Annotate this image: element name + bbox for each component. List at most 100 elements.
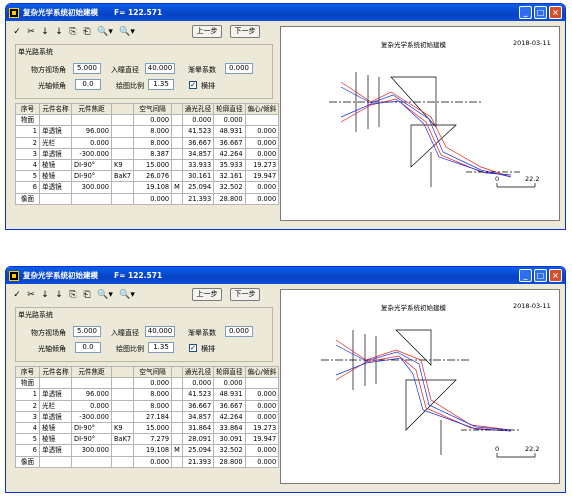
cell[interactable]: 19.947: [244, 433, 280, 446]
cell[interactable]: 3: [15, 147, 40, 160]
cell[interactable]: 32.161: [213, 170, 246, 183]
zoom-out-icon[interactable]: 🔍▾: [96, 289, 114, 301]
cell[interactable]: 6: [15, 181, 40, 194]
cell[interactable]: 32.502: [213, 444, 246, 457]
pupil-diameter-input[interactable]: 40.000: [145, 63, 175, 74]
table-row[interactable]: 5 棱镜 DⅠ-90° BaK7 26.076 30.161 32.161 19.947: [15, 170, 280, 183]
cell[interactable]: [171, 399, 183, 412]
cell[interactable]: M: [171, 181, 183, 194]
cell[interactable]: DⅠ-90°: [71, 170, 112, 183]
copy-icon[interactable]: ⎘: [68, 26, 78, 38]
cell[interactable]: 0.000: [133, 114, 173, 127]
cell[interactable]: [171, 388, 183, 401]
cell[interactable]: 0.000: [181, 377, 215, 390]
cell[interactable]: 33.933: [181, 158, 215, 172]
cell[interactable]: 光栏: [39, 399, 72, 412]
table-row[interactable]: 4 棱镜 DⅠ-90° K9 15.000 33.933 35.933 19.273: [15, 158, 280, 172]
cell[interactable]: 像面: [15, 455, 40, 468]
cell[interactable]: 31.864: [181, 421, 215, 435]
cell[interactable]: [110, 181, 135, 194]
cell[interactable]: 单透镜: [39, 410, 72, 423]
maximize-button[interactable]: □: [534, 269, 547, 282]
cell[interactable]: 0.000: [244, 136, 280, 149]
cell[interactable]: 28.091: [181, 433, 215, 446]
table-row[interactable]: 物面 0.000 0.000 0.000: [15, 114, 280, 127]
cell[interactable]: [110, 455, 135, 468]
cell[interactable]: 27.184: [133, 410, 173, 423]
copy-icon[interactable]: ⎘: [68, 289, 78, 301]
cell[interactable]: [110, 399, 135, 412]
table-row[interactable]: 5 棱镜 DⅠ-90° BaK7 7.279 28.091 30.091 19.947: [15, 433, 280, 446]
paste-icon[interactable]: ⎗: [82, 289, 92, 301]
cell[interactable]: 1: [15, 388, 40, 401]
cell[interactable]: [110, 147, 135, 160]
draw-scale-input[interactable]: 1.35: [148, 342, 174, 353]
table-row[interactable]: 1 单透镜 96.000 8.000 41.523 48.931 0.000: [15, 388, 280, 401]
cell[interactable]: 25.094: [181, 444, 215, 457]
cell[interactable]: 42.264: [213, 410, 246, 423]
cell[interactable]: 0.000: [244, 388, 280, 401]
cell[interactable]: 21.393: [181, 455, 215, 468]
vignette-input[interactable]: 0.000: [225, 63, 253, 74]
close-button[interactable]: ×: [549, 6, 562, 19]
cell[interactable]: 19.273: [244, 158, 280, 172]
check-icon[interactable]: ✓: [12, 26, 22, 38]
axis-tilt-input[interactable]: 0.0: [75, 79, 101, 90]
cell[interactable]: [110, 377, 135, 390]
cell[interactable]: [71, 455, 112, 468]
cell[interactable]: 棱镜: [39, 421, 72, 435]
cell[interactable]: [171, 158, 183, 172]
cell[interactable]: [171, 136, 183, 149]
axis-tilt-input[interactable]: 0.0: [75, 342, 101, 353]
cell[interactable]: [171, 410, 183, 423]
cell[interactable]: 42.264: [213, 147, 246, 160]
cell[interactable]: BaK7: [110, 433, 135, 446]
cell[interactable]: [171, 377, 183, 390]
cell[interactable]: 4: [15, 158, 40, 172]
cell[interactable]: 28.800: [213, 192, 246, 205]
cell[interactable]: K9: [110, 158, 135, 172]
prev-step-button[interactable]: 上一步: [192, 288, 222, 301]
cell[interactable]: 33.864: [213, 421, 246, 435]
cell[interactable]: 0.000: [244, 181, 280, 194]
horizontal-checkbox[interactable]: ✓: [189, 344, 197, 352]
maximize-button[interactable]: □: [534, 6, 547, 19]
close-button[interactable]: ×: [549, 269, 562, 282]
cell[interactable]: 单透镜: [39, 125, 72, 138]
cell[interactable]: 48.931: [213, 125, 246, 138]
next-step-button[interactable]: 下一步: [230, 25, 260, 38]
cell[interactable]: DⅠ-90°: [71, 158, 112, 172]
cell[interactable]: 物面: [15, 377, 40, 390]
check-icon[interactable]: ✓: [12, 289, 22, 301]
cell[interactable]: 41.523: [181, 388, 215, 401]
cell[interactable]: 7.279: [133, 433, 173, 446]
cell[interactable]: [171, 147, 183, 160]
cell[interactable]: 26.076: [133, 170, 173, 183]
cell[interactable]: 0.000: [213, 114, 246, 127]
minimize-button[interactable]: _: [519, 269, 532, 282]
cell[interactable]: [39, 192, 72, 205]
arrow-down-icon[interactable]: ↓: [54, 289, 64, 301]
cell[interactable]: [171, 421, 183, 435]
cell[interactable]: -300.000: [71, 410, 112, 423]
cell[interactable]: 32.502: [213, 181, 246, 194]
cell[interactable]: 8.000: [133, 399, 173, 412]
cell[interactable]: 5: [15, 170, 40, 183]
zoom-out-icon[interactable]: 🔍▾: [96, 26, 114, 38]
cell[interactable]: 30.091: [213, 433, 246, 446]
cell[interactable]: 物面: [15, 114, 40, 127]
cell[interactable]: [110, 388, 135, 401]
cell[interactable]: [71, 114, 112, 127]
cell[interactable]: 0.000: [244, 444, 280, 457]
cell[interactable]: [171, 192, 183, 205]
cell[interactable]: 单透镜: [39, 181, 72, 194]
paste-icon[interactable]: ⎗: [82, 26, 92, 38]
zoom-in-icon[interactable]: 🔍▾: [118, 289, 136, 301]
cell[interactable]: [244, 377, 280, 390]
cell[interactable]: M: [171, 444, 183, 457]
table-row[interactable]: 6 单透镜 300.000 19.108 M 25.094 32.502 0.000: [15, 444, 280, 457]
cell[interactable]: 30.161: [181, 170, 215, 183]
cell[interactable]: 单透镜: [39, 444, 72, 457]
cell[interactable]: 34.857: [181, 147, 215, 160]
cell[interactable]: -300.000: [71, 147, 112, 160]
